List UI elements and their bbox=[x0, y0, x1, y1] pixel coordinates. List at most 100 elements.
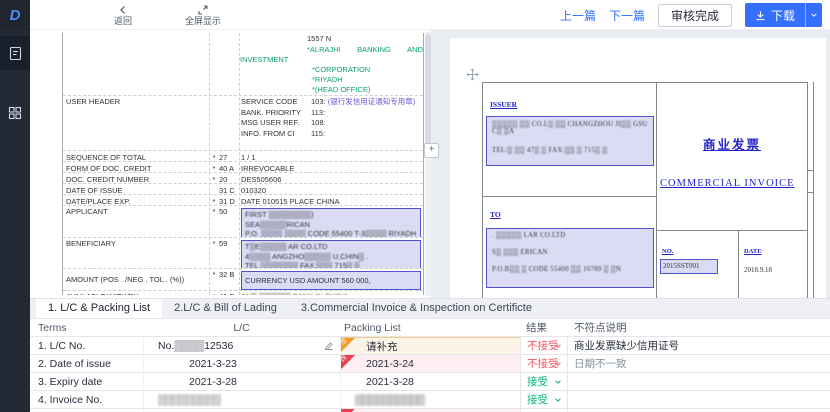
user-header-item: SERVICE CODE103: (银行发信用证通知专用章) bbox=[241, 97, 423, 108]
invoice-grid-line bbox=[656, 230, 808, 231]
tab-lc-bill-of-lading[interactable]: 2.L/C & Bill of Lading bbox=[162, 299, 289, 318]
invoice-no-label: NO. bbox=[662, 248, 673, 255]
swift-row-user-header: USER HEADER SERVICE CODE103: (银行发信用证通知专用… bbox=[63, 95, 423, 150]
term-cell: 2. Date of issue bbox=[30, 355, 143, 372]
term-cell: 3. Expiry date bbox=[30, 373, 143, 390]
discrepancy-note-cell[interactable]: 日期不一致 bbox=[568, 355, 830, 372]
fullscreen-button[interactable]: 全屏显示 bbox=[176, 1, 230, 29]
topbar: D 返回 全屏显示 上一篇 下一篇 审核完成 下载 bbox=[0, 0, 830, 30]
swift-row-applicant: APPLICANT * 50 FIRST ▒▒▒▒▒▒▒▒) SEA▒▒▒▒▒R… bbox=[63, 205, 423, 237]
zoom-in-button[interactable]: + bbox=[424, 143, 439, 158]
discrepancy-note-cell[interactable]: 商业发票缺少信用证号 bbox=[568, 337, 830, 354]
download-button[interactable]: 下载 bbox=[745, 3, 805, 27]
lc-value-cell: 2021-3-23 bbox=[143, 355, 340, 372]
issuer-label: ISSUER bbox=[490, 100, 517, 109]
invoice-column-divider bbox=[656, 82, 657, 298]
bank-stamp-note: (银行发信用证通知专用章) bbox=[328, 97, 416, 106]
term-cell: 1. L/C No. bbox=[30, 337, 143, 354]
sidebar-item-apps[interactable] bbox=[0, 96, 30, 130]
chevron-down-icon bbox=[554, 342, 562, 350]
swift-row-header-block: 1557 N *ALRAJHI BANKING AND INVESTMENT *… bbox=[63, 33, 423, 95]
result-select[interactable]: 接受 bbox=[521, 392, 567, 407]
comparison-panel: 1. L/C & Packing List 2.L/C & Bill of La… bbox=[30, 298, 830, 412]
comparison-row: 4. Invoice No. ▒▒▒▒▒▒▒▒▒ ▒▒▒▒▒▒▒▒▒▒ 接受 bbox=[30, 391, 830, 409]
bank-name-line: *(HEAD OFFICE) bbox=[312, 85, 423, 95]
result-select[interactable]: 接受 bbox=[521, 374, 567, 389]
discrepancy-note-cell[interactable] bbox=[568, 373, 830, 390]
fullscreen-icon bbox=[198, 5, 208, 15]
column-header-terms: Terms bbox=[30, 322, 143, 334]
to-label: TO bbox=[490, 210, 501, 219]
column-header-discrepancy: 不符点说明 bbox=[568, 320, 830, 335]
highlighted-field-consignee[interactable]: . ▒▒▒▒▒ LAR CO.LTD S▒ ▒▒▒ ERICAN P.O.B▒▒… bbox=[486, 228, 654, 288]
swift-row: FORM OF DOC. CREDIT * 40 A IRREVOCABLE bbox=[63, 161, 423, 172]
invoice-date-label: DATE bbox=[744, 248, 762, 255]
tab-lc-packing-list[interactable]: 1. L/C & Packing List bbox=[36, 299, 162, 318]
highlighted-field-applicant[interactable]: FIRST ▒▒▒▒▒▒▒▒) SEA▒▒▒▒▒RICAN P.O. ▒▒▒▒ … bbox=[241, 208, 421, 237]
invoice-column-divider bbox=[738, 230, 739, 298]
result-select[interactable]: 不接受 bbox=[521, 356, 567, 371]
user-header-item: MSG USER REF.108: bbox=[241, 118, 423, 129]
invoice-grid-line bbox=[808, 170, 814, 171]
lc-value-cell: No.▒▒▒▒12536 bbox=[143, 337, 340, 354]
packing-list-value-cell: 加 请补充 bbox=[340, 337, 520, 354]
highlighted-field-beneficiary[interactable]: T▒E▒▒▒▒▒ AR CO.LTD 4▒▒▒▒ ANGZHO▒▒▒▒▒ U,C… bbox=[241, 240, 421, 268]
invoice-grid-line bbox=[482, 196, 657, 197]
grid-apps-icon bbox=[8, 106, 22, 120]
swift-row-amount: AMOUNT (POS . /NEG . TOL . (%)) * 32 B C… bbox=[63, 268, 423, 290]
fullscreen-label: 全屏显示 bbox=[185, 16, 221, 26]
download-dropdown-button[interactable] bbox=[805, 3, 822, 27]
tab-commercial-invoice-inspection[interactable]: 3.Commercial Invoice & Inspection on Cer… bbox=[289, 299, 544, 318]
added-badge: 加 bbox=[341, 338, 355, 352]
swift-document-page: 1557 N *ALRAJHI BANKING AND INVESTMENT *… bbox=[30, 30, 431, 298]
bank-name-line: *CORPORATION bbox=[312, 65, 423, 75]
scrollbar-thumb[interactable] bbox=[425, 34, 431, 144]
comparison-table-header: Terms L/C Packing List 结果 不符点说明 bbox=[30, 319, 830, 337]
vertical-scrollbar[interactable] bbox=[425, 32, 431, 296]
chevron-down-icon bbox=[554, 360, 562, 368]
invoice-column-divider bbox=[813, 82, 814, 298]
back-label: 返回 bbox=[114, 16, 132, 26]
document-form-icon bbox=[8, 46, 23, 61]
comparison-row: 2. Date of issue 2021-3-23 改 2021-3-24 不… bbox=[30, 355, 830, 373]
download-label: 下载 bbox=[771, 7, 795, 24]
next-doc-link[interactable]: 下一篇 bbox=[609, 7, 645, 24]
sidebar-item-document-review[interactable] bbox=[0, 36, 30, 70]
topbar-actions: 上一篇 下一篇 审核完成 下载 bbox=[560, 0, 822, 30]
download-split-button: 下载 bbox=[745, 3, 822, 27]
sidebar bbox=[0, 30, 30, 412]
swift-row: SEQUENCE OF TOTAL * 27 1 / 1 bbox=[63, 150, 423, 161]
highlighted-field-invoice-no[interactable]: 2015SST001 bbox=[660, 259, 718, 274]
column-header-packing-list: Packing List bbox=[340, 322, 520, 334]
swift-row: DATE OF ISSUE 31 C 010320 bbox=[63, 183, 423, 194]
changed-badge: 改 bbox=[341, 355, 355, 369]
comparison-tabs: 1. L/C & Packing List 2.L/C & Bill of La… bbox=[30, 299, 830, 319]
discrepancy-note-cell[interactable] bbox=[568, 391, 830, 408]
move-crosshair-icon[interactable] bbox=[466, 68, 479, 81]
bank-name-line: INVESTMENT bbox=[240, 55, 423, 65]
review-complete-button[interactable]: 审核完成 bbox=[658, 4, 732, 27]
highlighted-field-issuer[interactable]: ▒▒▒▒▒ ▒▒ CO.L▒ ▒▒ CHANGZHOU JI▒▒ GSU C▒ … bbox=[486, 116, 654, 166]
app-logo-letter: D bbox=[10, 7, 21, 24]
user-header-item: BANK. PRIORITY113: bbox=[241, 108, 423, 119]
packing-list-value-cell: ▒▒▒▒▒▒▒▒▒▒ bbox=[340, 391, 520, 408]
packing-list-value-cell: 2021-3-28 bbox=[340, 373, 520, 390]
highlighted-field-amount[interactable]: CURRENCY USD AMOUNT 560 000, bbox=[241, 271, 421, 290]
user-header-item: INFO. FROM CI115: bbox=[241, 129, 423, 140]
swift-row: DATE/PLACE EXP. * 31 D DATE 010515 PLACE… bbox=[63, 194, 423, 205]
result-select[interactable]: 不接受 bbox=[521, 338, 567, 353]
invoice-date-value: 2018.9.18 bbox=[744, 266, 772, 274]
column-header-result: 结果 bbox=[520, 320, 568, 335]
term-cell: 4. Invoice No. bbox=[30, 391, 143, 408]
swift-row: DOC. CREDIT NUMBER * 20 DES505606 bbox=[63, 172, 423, 183]
invoice-title-cn: 商业发票 bbox=[656, 134, 808, 153]
comparison-row: 1. L/C No. No.▒▒▒▒12536 加 请补充 不接受 商业发票缺少… bbox=[30, 337, 830, 355]
edit-pencil-icon[interactable] bbox=[324, 341, 334, 351]
swift-row-available: AVAILABLE WITH/BY * 41 D AN▒ ▒▒▒▒▒▒ BANK… bbox=[63, 290, 423, 295]
swift-row-beneficiary: BENEFICIARY * 59 T▒E▒▒▒▒▒ AR CO.LTD 4▒▒▒… bbox=[63, 237, 423, 268]
packing-list-value-cell: 改 2021-3-24 bbox=[340, 355, 520, 372]
bank-name-line: *ALRAJHI BANKING AND bbox=[307, 45, 423, 55]
invoice-title-en: COMMERCIAL INVOICE bbox=[660, 178, 795, 189]
back-button[interactable]: 返回 bbox=[103, 1, 143, 29]
prev-doc-link[interactable]: 上一篇 bbox=[560, 7, 596, 24]
